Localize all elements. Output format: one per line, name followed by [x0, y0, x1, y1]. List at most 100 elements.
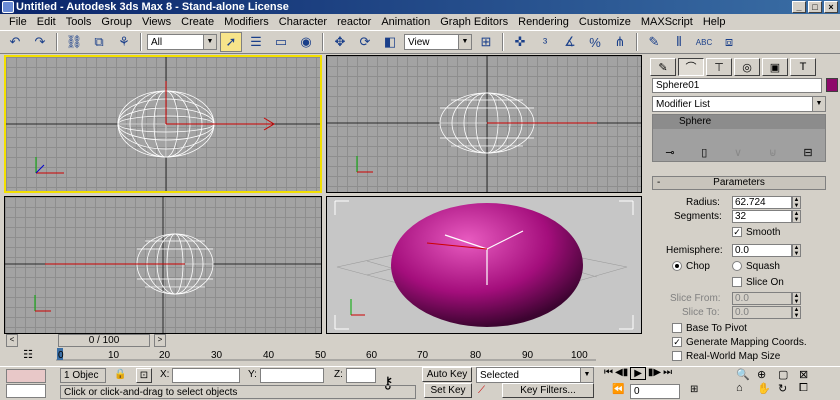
motion-tab-icon[interactable]: ◎ — [734, 58, 760, 76]
radius-spinner[interactable]: ▲ ▼ — [792, 196, 801, 209]
menu-customize[interactable]: Customize — [574, 14, 636, 30]
squash-radio-row[interactable]: Squash — [732, 260, 780, 273]
real-world-map-row[interactable]: Real-World Map Size — [672, 350, 780, 363]
slice-to-spinner[interactable]: ▲ ▼ — [792, 306, 801, 319]
menu-help[interactable]: Help — [698, 14, 731, 30]
zoom-all-icon[interactable]: ⊕ — [757, 368, 777, 381]
remove-modifier-icon[interactable]: ⊌ — [769, 146, 777, 159]
material-editor-icon[interactable]: ⧈ — [718, 32, 740, 52]
slice-on-checkbox[interactable] — [732, 277, 742, 288]
menu-edit[interactable]: Edit — [32, 14, 61, 30]
current-frame-field[interactable]: 0 — [630, 384, 680, 399]
menu-graph-editors[interactable]: Graph Editors — [435, 14, 513, 30]
generate-mapping-row[interactable]: ✓ Generate Mapping Coords. — [672, 336, 807, 349]
undo-icon[interactable]: ↶ — [4, 32, 26, 52]
pan-icon[interactable]: ✋ — [757, 382, 777, 395]
smooth-checkbox-row[interactable]: ✓ Smooth — [732, 226, 780, 239]
scale-icon[interactable]: ◧ — [379, 32, 401, 52]
percent-snap-icon[interactable]: % — [584, 32, 606, 52]
viewport-front[interactable] — [326, 55, 642, 193]
make-unique-icon[interactable]: ∨ — [734, 146, 742, 159]
field-of-view-icon[interactable]: ⌂ — [736, 382, 756, 395]
move-icon[interactable]: ✥ — [329, 32, 351, 52]
selection-filter-dropdown[interactable]: All ▼ — [147, 34, 217, 50]
hierarchy-tab-icon[interactable]: ⊤ — [706, 58, 732, 76]
slice-to-input[interactable]: 0.0 — [732, 306, 792, 319]
stack-item-sphere[interactable]: Sphere — [653, 115, 825, 129]
utilities-tab-icon[interactable]: T — [790, 58, 816, 76]
set-key-button[interactable]: Set Key — [424, 383, 472, 398]
zoom-extents-all-icon[interactable]: ⊠ — [799, 368, 819, 381]
snaps-toggle-icon[interactable]: ³ — [534, 32, 556, 52]
mini-curve-icon[interactable]: ☷ — [14, 348, 42, 364]
viewport-top[interactable] — [4, 55, 322, 193]
object-name-field[interactable]: Sphere01 — [652, 78, 822, 93]
maxscript-listener[interactable] — [6, 369, 46, 383]
key-mode-toggle-icon[interactable]: ⏪ — [612, 384, 624, 398]
rectangular-selection-icon[interactable]: ▭ — [270, 32, 292, 52]
hemisphere-spinner[interactable]: ▲ ▼ — [792, 244, 801, 257]
time-slider-next[interactable]: > — [154, 334, 166, 347]
zoom-icon[interactable]: 🔍 — [736, 368, 756, 381]
x-coordinate-field[interactable] — [172, 368, 240, 383]
selection-set-dropdown[interactable]: Selected ▼ — [476, 367, 594, 383]
menu-file[interactable]: File — [4, 14, 32, 30]
spinner-snap-icon[interactable]: ⋔ — [609, 32, 631, 52]
modify-tab-icon[interactable]: ⌒ — [678, 58, 704, 76]
select-object-icon[interactable]: ➚ — [220, 32, 242, 52]
menu-views[interactable]: Views — [137, 14, 176, 30]
show-end-result-icon[interactable]: ▯ — [701, 146, 707, 159]
configure-sets-icon[interactable]: ⊟ — [803, 146, 812, 159]
z-coordinate-field[interactable] — [346, 368, 376, 383]
previous-frame-icon[interactable]: ◀▮ — [615, 367, 628, 380]
mirror-icon[interactable]: ⫴ — [668, 32, 690, 52]
squash-radio[interactable] — [732, 261, 742, 272]
reference-coordinate-dropdown[interactable]: View ▼ — [404, 34, 472, 50]
smooth-checkbox[interactable]: ✓ — [732, 227, 742, 238]
parameters-rollout-header[interactable]: - Parameters — [652, 176, 826, 190]
go-to-start-icon[interactable]: ⏮ — [604, 367, 613, 380]
pivot-center-icon[interactable]: ⊞ — [475, 32, 497, 52]
menu-character[interactable]: Character — [274, 14, 332, 30]
menu-create[interactable]: Create — [176, 14, 219, 30]
menu-animation[interactable]: Animation — [376, 14, 435, 30]
maximize-viewport-icon[interactable]: ⧠ — [799, 382, 819, 395]
link-icon[interactable]: ⛓ — [63, 32, 85, 52]
select-by-name-icon[interactable]: ☰ — [245, 32, 267, 52]
menu-group[interactable]: Group — [96, 14, 137, 30]
time-slider[interactable]: 0 / 100 — [58, 334, 150, 347]
redo-icon[interactable]: ↷ — [29, 32, 51, 52]
y-coordinate-field[interactable] — [260, 368, 324, 383]
rotate-icon[interactable]: ⟳ — [354, 32, 376, 52]
menu-reactor[interactable]: reactor — [332, 14, 376, 30]
select-manipulate-icon[interactable]: ✜ — [509, 32, 531, 52]
angle-snap-icon[interactable]: ∡ — [559, 32, 581, 52]
radius-input[interactable]: 62.724 — [732, 196, 792, 209]
menu-rendering[interactable]: Rendering — [513, 14, 574, 30]
menu-modifiers[interactable]: Modifiers — [219, 14, 274, 30]
auto-key-button[interactable]: Auto Key — [422, 367, 472, 382]
display-tab-icon[interactable]: ▣ — [762, 58, 788, 76]
absolute-mode-icon[interactable]: ⊡ — [136, 368, 152, 383]
viewport-left[interactable] — [4, 196, 322, 334]
close-button[interactable]: × — [824, 1, 838, 13]
base-to-pivot-checkbox[interactable] — [672, 323, 682, 334]
slice-on-row[interactable]: Slice On — [732, 276, 784, 289]
time-slider-prev[interactable]: < — [6, 334, 18, 347]
bind-space-warp-icon[interactable]: ⚘ — [113, 32, 135, 52]
hemisphere-input[interactable]: 0.0 — [732, 244, 792, 257]
menu-tools[interactable]: Tools — [61, 14, 97, 30]
key-filters-button[interactable]: Key Filters... — [502, 383, 594, 398]
slice-from-input[interactable]: 0.0 — [732, 292, 792, 305]
next-frame-icon[interactable]: ▮▶ — [648, 367, 661, 380]
modifier-list-dropdown[interactable]: Modifier List ▼ — [652, 96, 826, 112]
segments-spinner[interactable]: ▲ ▼ — [792, 210, 801, 223]
generate-mapping-checkbox[interactable]: ✓ — [672, 337, 682, 348]
pin-stack-icon[interactable]: ⊸ — [665, 146, 674, 159]
track-bar[interactable]: 0 10 20 30 40 50 60 70 80 90 100 — [56, 348, 596, 368]
window-crossing-icon[interactable]: ◉ — [295, 32, 317, 52]
create-tab-icon[interactable]: ✎ — [650, 58, 676, 76]
segments-input[interactable]: 32 — [732, 210, 792, 223]
object-color-swatch[interactable] — [826, 78, 838, 92]
chop-radio-row[interactable]: Chop — [672, 260, 710, 273]
